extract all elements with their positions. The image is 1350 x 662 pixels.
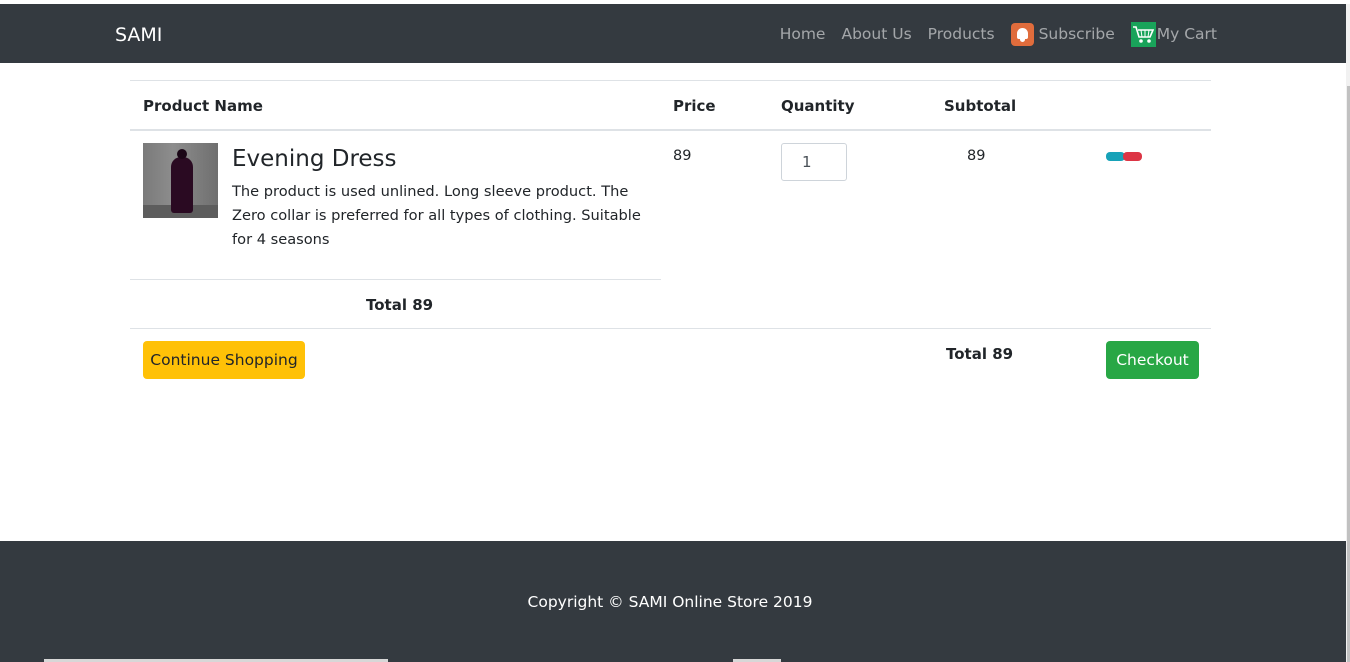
nav-link-home[interactable]: Home bbox=[780, 20, 826, 48]
product-price: 89 bbox=[673, 148, 692, 164]
copyright-text: Copyright © SAMI Online Store 2019 bbox=[527, 593, 813, 611]
product-description: The product is used unlined. Long sleeve… bbox=[232, 183, 641, 248]
footer-row-border bbox=[130, 328, 1211, 329]
cart-total: Total 89 bbox=[946, 345, 1014, 363]
product-subtotal: 89 bbox=[967, 148, 986, 164]
table-top-border bbox=[130, 80, 1211, 81]
header-price: Price bbox=[673, 97, 716, 115]
table-header-border bbox=[130, 129, 1211, 131]
nav-link-about[interactable]: About Us bbox=[841, 20, 911, 48]
nav-menu: Home About Us Products Subscribe My Cart bbox=[780, 20, 1217, 48]
header-subtotal: Subtotal bbox=[944, 97, 1017, 115]
row-total: Total 89 bbox=[366, 296, 434, 314]
nav-link-products[interactable]: Products bbox=[928, 20, 995, 48]
brand-logo[interactable]: SAMI bbox=[115, 23, 162, 47]
header-quantity: Quantity bbox=[781, 97, 855, 115]
footer: Copyright © SAMI Online Store 2019 bbox=[0, 541, 1346, 662]
nav-link-subscribe[interactable]: Subscribe bbox=[1010, 20, 1115, 48]
continue-shopping-button[interactable]: Continue Shopping bbox=[143, 341, 305, 379]
checkout-button[interactable]: Checkout bbox=[1106, 341, 1199, 379]
remove-button[interactable] bbox=[1123, 152, 1142, 161]
product-name: Evening Dress bbox=[232, 146, 397, 172]
product-image bbox=[143, 143, 218, 218]
nav-link-cart[interactable]: My Cart bbox=[1130, 20, 1217, 48]
header-product-name: Product Name bbox=[143, 97, 263, 115]
navbar: SAMI Home About Us Products Subscribe My… bbox=[0, 4, 1346, 63]
quantity-input[interactable] bbox=[781, 143, 847, 181]
row-divider bbox=[130, 279, 661, 280]
nav-link-subscribe-label: Subscribe bbox=[1038, 25, 1115, 43]
cart-icon bbox=[1130, 21, 1156, 47]
nav-link-cart-label: My Cart bbox=[1156, 25, 1217, 43]
bell-icon bbox=[1010, 22, 1034, 46]
